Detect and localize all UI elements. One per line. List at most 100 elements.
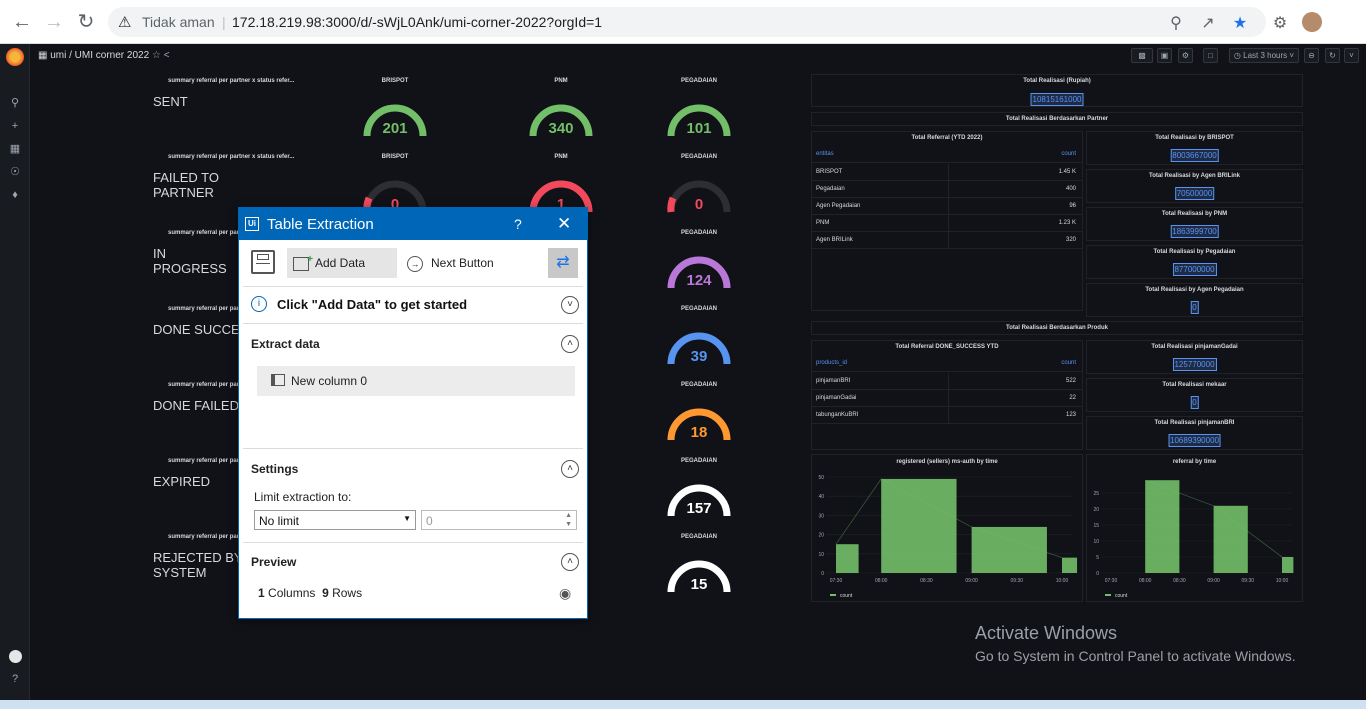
share-icon[interactable]: ↗ xyxy=(1198,13,1218,33)
stat-value: 10815161000 xyxy=(1030,93,1084,106)
cell-divider xyxy=(948,373,949,390)
header-cell[interactable]: entitas xyxy=(816,151,834,157)
chart-title: referral by time xyxy=(1172,459,1217,465)
dialog-titlebar[interactable]: Ui Table Extraction ? ✕ xyxy=(239,208,587,240)
stat-panel[interactable]: Total Realisasi by PNM 1863999700 xyxy=(1086,207,1303,241)
stat-panel[interactable]: Total Realisasi by Agen Pegadaian 0 xyxy=(1086,283,1303,317)
save-icon[interactable] xyxy=(251,250,275,274)
refresh-selection-icon[interactable]: ⇄ xyxy=(548,248,578,278)
add-panel-icon[interactable]: ▩ xyxy=(1131,48,1153,63)
stat-panel[interactable]: Total Realisasi pinjamanGadai 125770000 xyxy=(1086,340,1303,374)
grafana-sidebar: ⚲ + ▦ ☉ ♦ ? xyxy=(0,44,30,700)
stat-value: 10689390000 xyxy=(1168,434,1221,447)
total-realisasi-panel[interactable]: Total Realisasi (Rupiah) 10815161000 xyxy=(811,74,1303,107)
section-produk-row[interactable]: Total Realisasi Berdasarkan Produk xyxy=(811,321,1303,335)
help-button[interactable]: ? xyxy=(514,216,522,232)
chevron-up-icon[interactable]: ˄ xyxy=(561,460,579,478)
table-cell: pinjamanBRI xyxy=(816,378,851,384)
y-tick-label: 10 xyxy=(1093,539,1099,545)
header-cell[interactable]: count xyxy=(1061,151,1076,157)
gauge-value: 340 xyxy=(548,120,574,137)
cell-divider xyxy=(948,407,949,424)
alert-bell-icon[interactable]: ♦ xyxy=(8,188,22,202)
table-cell: 96 xyxy=(1069,203,1076,209)
cell-divider xyxy=(948,164,949,181)
table-cell: Pegadaian xyxy=(816,186,845,192)
gauge-label: PEGADAIAN xyxy=(680,382,717,388)
chevron-down-icon[interactable]: ˅ xyxy=(561,296,579,314)
profile-avatar[interactable] xyxy=(1302,12,1322,32)
chevron-up-icon[interactable]: ˄ xyxy=(561,335,579,353)
column-item[interactable]: New column 0 xyxy=(257,366,575,396)
forward-icon[interactable]: → xyxy=(42,10,66,34)
header-cell[interactable]: products_id xyxy=(816,360,847,366)
refresh-interval-icon[interactable]: ˅ xyxy=(1344,48,1359,63)
add-data-button[interactable]: + Add Data xyxy=(287,248,397,278)
search-icon[interactable]: ⚲ xyxy=(8,96,22,110)
gauge-label: PEGADAIAN xyxy=(680,306,717,312)
stat-value: 0 xyxy=(1190,396,1199,409)
panel-title: Total Realisasi pinjamanGadai xyxy=(1151,344,1238,350)
dialog-title: Table Extraction xyxy=(267,216,374,233)
windows-taskbar xyxy=(0,700,1366,709)
table-cell: pinjamanGadai xyxy=(816,395,857,401)
extensions-icon[interactable]: ⚙ xyxy=(1270,13,1290,33)
stat-panel[interactable]: Total Realisasi by Agen BRILink 70500000 xyxy=(1086,169,1303,203)
star-icon[interactable]: ☆ xyxy=(152,50,161,61)
table-header: products_id count xyxy=(812,355,1082,372)
header-cell[interactable]: count xyxy=(1061,360,1076,366)
breadcrumb[interactable]: ▦ umi / UMI corner 2022 ☆ < xyxy=(38,50,170,61)
dashboards-icon[interactable]: ▦ xyxy=(8,142,22,156)
table-row: Agen Pegadaian 96 xyxy=(812,198,1082,215)
share-icon[interactable]: < xyxy=(164,50,170,61)
bookmark-star-icon[interactable]: ★ xyxy=(1230,13,1250,33)
referral-table-panel[interactable]: Total Referral (YTD 2022) entitas count BR… xyxy=(811,131,1083,311)
help-icon[interactable]: ? xyxy=(8,672,22,686)
settings-gear-icon[interactable]: ⚙ xyxy=(1178,48,1193,63)
time-picker[interactable]: ◷ Last 3 hours ˅ xyxy=(1229,48,1299,63)
plus-icon[interactable]: + xyxy=(8,119,22,133)
stat-value: 8003667000 xyxy=(1170,149,1219,162)
limit-number-input[interactable]: 0 ▲ ▼ xyxy=(421,510,577,530)
chart-panel-referral[interactable]: referral by time 0 5 10 15 20 25 07:30 08:00 08:… xyxy=(1086,454,1303,602)
spinner-icon[interactable]: ▲ ▼ xyxy=(565,511,572,529)
grafana-logo-icon[interactable] xyxy=(6,48,24,66)
url-text[interactable]: 172.18.219.98:3000/d/-sWjL0Ank/umi-corne… xyxy=(232,14,602,30)
tv-mode-icon[interactable]: □ xyxy=(1203,48,1218,63)
stat-panel[interactable]: Total Realisasi by BRISPOT 8003667000 xyxy=(1086,131,1303,165)
chart-title: registered (sellers) ms-auth by time xyxy=(896,459,998,465)
refresh-icon[interactable]: ↻ xyxy=(1325,48,1340,63)
y-tick-label: 40 xyxy=(818,494,824,500)
warning-icon[interactable]: ⚠ xyxy=(118,13,131,31)
uipath-logo-icon: Ui xyxy=(245,217,259,231)
activate-windows-title: Activate Windows xyxy=(975,623,1118,643)
close-icon[interactable]: ✕ xyxy=(557,214,571,234)
table-cell: BRISPOT xyxy=(816,169,843,175)
breadcrumb-text[interactable]: umi / UMI corner 2022 xyxy=(50,50,149,61)
reload-icon[interactable]: ↻ xyxy=(74,10,98,34)
gauge-label: PNM xyxy=(554,154,568,160)
next-arrow-icon: → xyxy=(407,255,423,272)
section-partner-row[interactable]: Total Realisasi Berdasarkan Partner xyxy=(811,112,1303,126)
gauge-label: BRISPOT xyxy=(381,154,409,160)
limit-select[interactable]: No limit ▼ xyxy=(254,510,416,530)
status-label: EXPIRED xyxy=(153,474,211,489)
chevron-up-icon[interactable]: ˄ xyxy=(561,553,579,571)
user-avatar[interactable] xyxy=(9,650,22,663)
cell-divider xyxy=(948,198,949,215)
stat-panel[interactable]: Total Realisasi mekaar 0 xyxy=(1086,378,1303,412)
save-icon[interactable]: ▣ xyxy=(1157,48,1172,63)
back-icon[interactable]: ← xyxy=(10,10,34,34)
not-secure-label[interactable]: Tidak aman xyxy=(142,14,215,30)
chart-panel-registered[interactable]: registered (sellers) ms-auth by time 0 10… xyxy=(811,454,1083,602)
zoom-icon[interactable]: ⚲ xyxy=(1166,13,1186,33)
table-cell: PNM xyxy=(816,220,830,226)
stat-panel[interactable]: Total Realisasi pinjamanBRI 10689390000 xyxy=(1086,416,1303,450)
eye-icon[interactable]: ◉ xyxy=(559,585,571,602)
y-tick-label: 0 xyxy=(821,571,824,577)
zoom-out-icon[interactable]: ⊖ xyxy=(1304,48,1319,63)
next-button-button[interactable]: → Next Button xyxy=(407,248,517,278)
explore-icon[interactable]: ☉ xyxy=(8,165,22,179)
done-table-panel[interactable]: Total Referral DONE_SUCCESS YTD products… xyxy=(811,340,1083,450)
stat-panel[interactable]: Total Realisasi by Pegadaian 877000000 xyxy=(1086,245,1303,279)
